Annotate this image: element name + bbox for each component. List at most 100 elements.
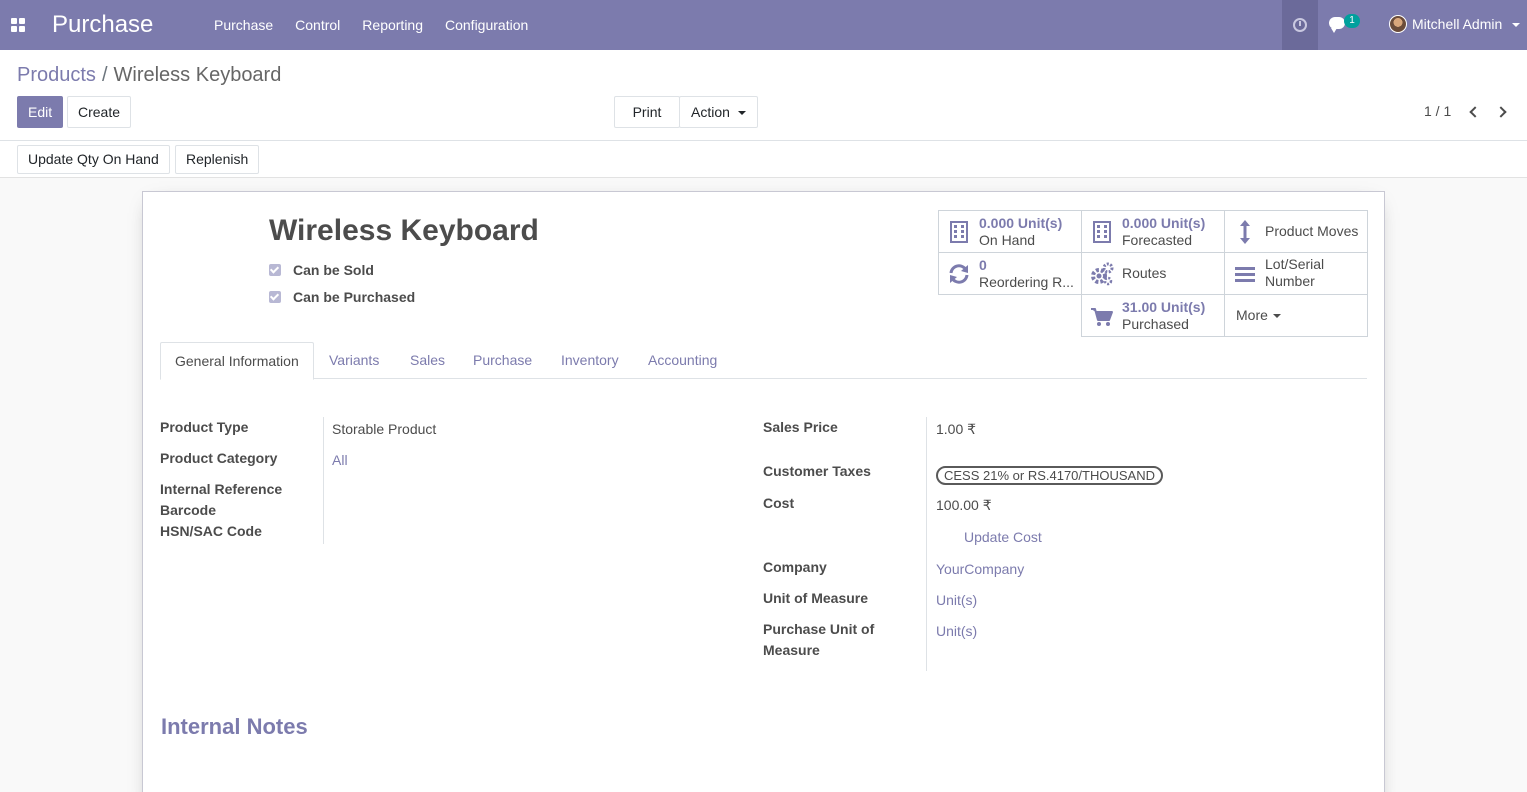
hsn-code-label: HSN/SAC Code <box>160 523 262 539</box>
lot-serial-line2: Number <box>1265 273 1315 289</box>
product-moves-label: Product Moves <box>1265 223 1359 239</box>
building-icon <box>950 221 968 243</box>
can-be-sold-label: Can be Sold <box>293 262 374 278</box>
tab-variants[interactable]: Variants <box>315 342 393 379</box>
breadcrumb-separator: / <box>101 64 108 86</box>
purchase-uom-value[interactable]: Unit(s) <box>936 621 977 642</box>
purchased-button[interactable]: 31.00 Unit(s) Purchased <box>1081 294 1225 337</box>
menu-control[interactable]: Control <box>284 0 351 50</box>
can-be-purchased-row: Can be Purchased <box>269 289 415 305</box>
apps-menu-icon[interactable] <box>11 18 25 32</box>
update-cost-button[interactable]: Update Cost <box>964 527 1042 548</box>
field-divider <box>323 417 324 544</box>
bars-icon <box>1235 267 1255 282</box>
reordering-label: Reordering R... <box>979 274 1074 290</box>
chat-icon[interactable] <box>1329 17 1345 33</box>
print-label: Print <box>632 104 662 120</box>
shopping-cart-icon <box>1091 308 1113 326</box>
routes-label: Routes <box>1122 265 1167 281</box>
tab-sales[interactable]: Sales <box>396 342 459 379</box>
control-panel: Products / Wireless Keyboard Edit Create P… <box>0 50 1527 146</box>
reordering-rules-button[interactable]: 0 Reordering R... <box>938 252 1082 295</box>
form-tabs: General Information Variants Sales Purch… <box>160 342 1367 380</box>
more-label: More <box>1236 307 1281 323</box>
user-menu-caret-icon[interactable] <box>1512 23 1520 27</box>
clock-icon <box>1293 18 1307 32</box>
lot-serial-button[interactable]: Lot/Serial Number <box>1224 252 1368 295</box>
gears-icon <box>1091 262 1114 286</box>
top-menu: Purchase Control Reporting Configuration <box>203 0 539 50</box>
edit-button[interactable]: Edit <box>17 96 64 128</box>
breadcrumb: Products / Wireless Keyboard <box>17 64 281 87</box>
product-category-value[interactable]: All <box>332 450 348 471</box>
tab-inventory[interactable]: Inventory <box>547 342 633 379</box>
form-statusbar: Update Qty On Hand Replenish <box>0 141 1527 178</box>
refresh-icon <box>949 264 969 284</box>
sales-price-value[interactable]: 1.00 ₹ <box>936 419 976 440</box>
cost-label: Cost <box>763 495 795 511</box>
can-be-sold-checkbox[interactable] <box>269 264 281 276</box>
tab-accounting[interactable]: Accounting <box>634 342 731 379</box>
pager-value[interactable]: 1 / 1 <box>1424 103 1451 119</box>
vertical-arrows-icon <box>1240 220 1250 244</box>
action-dropdown[interactable]: Action <box>679 96 758 128</box>
product-name[interactable]: Wireless Keyboard <box>269 214 539 248</box>
company-value[interactable]: YourCompany <box>936 559 1024 580</box>
tab-purchase[interactable]: Purchase <box>459 342 546 379</box>
more-dropdown[interactable]: More <box>1224 294 1368 337</box>
user-name[interactable]: Mitchell Admin <box>1412 16 1502 32</box>
can-be-purchased-checkbox[interactable] <box>269 291 281 303</box>
internal-notes-title: Internal Notes <box>161 714 308 739</box>
forecasted-button[interactable]: 0.000 Unit(s) Forecasted <box>1081 210 1225 253</box>
purchased-label: Purchased <box>1122 316 1189 332</box>
activity-button[interactable] <box>1282 0 1318 50</box>
routes-button[interactable]: Routes <box>1081 252 1225 295</box>
purchase-uom-label-line1: Purchase Unit of <box>763 621 875 637</box>
breadcrumb-current: Wireless Keyboard <box>113 64 282 86</box>
tab-general-information[interactable]: General Information <box>160 342 314 380</box>
customer-taxes-label: Customer Taxes <box>763 463 871 479</box>
form-sheet: Wireless Keyboard Can be Sold Can be Pur… <box>142 191 1385 792</box>
menu-reporting[interactable]: Reporting <box>351 0 434 50</box>
product-type-value[interactable]: Storable Product <box>332 419 436 440</box>
on-hand-button[interactable]: 0.000 Unit(s) On Hand <box>938 210 1082 253</box>
on-hand-label: On Hand <box>979 232 1036 248</box>
top-navbar: Purchase Purchase Control Reporting Conf… <box>0 0 1527 50</box>
print-dropdown[interactable]: Print <box>614 96 680 146</box>
pager-next-icon[interactable] <box>1495 106 1507 118</box>
user-avatar[interactable] <box>1389 15 1407 33</box>
app-name[interactable]: Purchase <box>52 11 153 39</box>
product-category-label: Product Category <box>160 450 278 466</box>
sales-price-label: Sales Price <box>763 419 838 435</box>
update-qty-button[interactable]: Update Qty On Hand <box>17 145 170 174</box>
caret-down-icon <box>1272 314 1281 319</box>
lot-serial-label: Lot/Serial Number <box>1265 256 1324 290</box>
create-button[interactable]: Create <box>67 96 132 128</box>
more-text: More <box>1236 307 1268 323</box>
field-divider <box>926 417 927 671</box>
cost-value[interactable]: 100.00 ₹ <box>936 495 992 516</box>
can-be-purchased-label: Can be Purchased <box>293 289 416 305</box>
action-label: Action <box>691 104 730 120</box>
menu-configuration[interactable]: Configuration <box>434 0 539 50</box>
customer-tax-tag[interactable]: CESS 21% or RS.4170/THOUSAND <box>936 466 1163 485</box>
lot-serial-line1: Lot/Serial <box>1265 256 1325 272</box>
replenish-button[interactable]: Replenish <box>175 145 260 174</box>
product-moves-button[interactable]: Product Moves <box>1224 210 1368 253</box>
uom-value[interactable]: Unit(s) <box>936 590 977 611</box>
forecasted-label: Forecasted <box>1122 232 1193 248</box>
on-hand-value: 0.000 Unit(s) <box>979 215 1063 231</box>
purchased-value: 31.00 Unit(s) <box>1122 299 1206 315</box>
uom-label: Unit of Measure <box>763 590 869 606</box>
forecasted-value: 0.000 Unit(s) <box>1122 215 1206 231</box>
product-type-label: Product Type <box>160 419 249 435</box>
building-icon <box>1093 221 1111 243</box>
pager-previous-icon[interactable] <box>1469 106 1481 118</box>
menu-purchase[interactable]: Purchase <box>203 0 284 50</box>
can-be-sold-row: Can be Sold <box>269 262 374 278</box>
purchase-uom-label-line2: Measure <box>763 642 820 658</box>
barcode-label: Barcode <box>160 502 217 518</box>
reordering-value: 0 <box>979 257 987 273</box>
chat-count-badge: 1 <box>1344 14 1360 28</box>
breadcrumb-products[interactable]: Products <box>17 64 96 86</box>
